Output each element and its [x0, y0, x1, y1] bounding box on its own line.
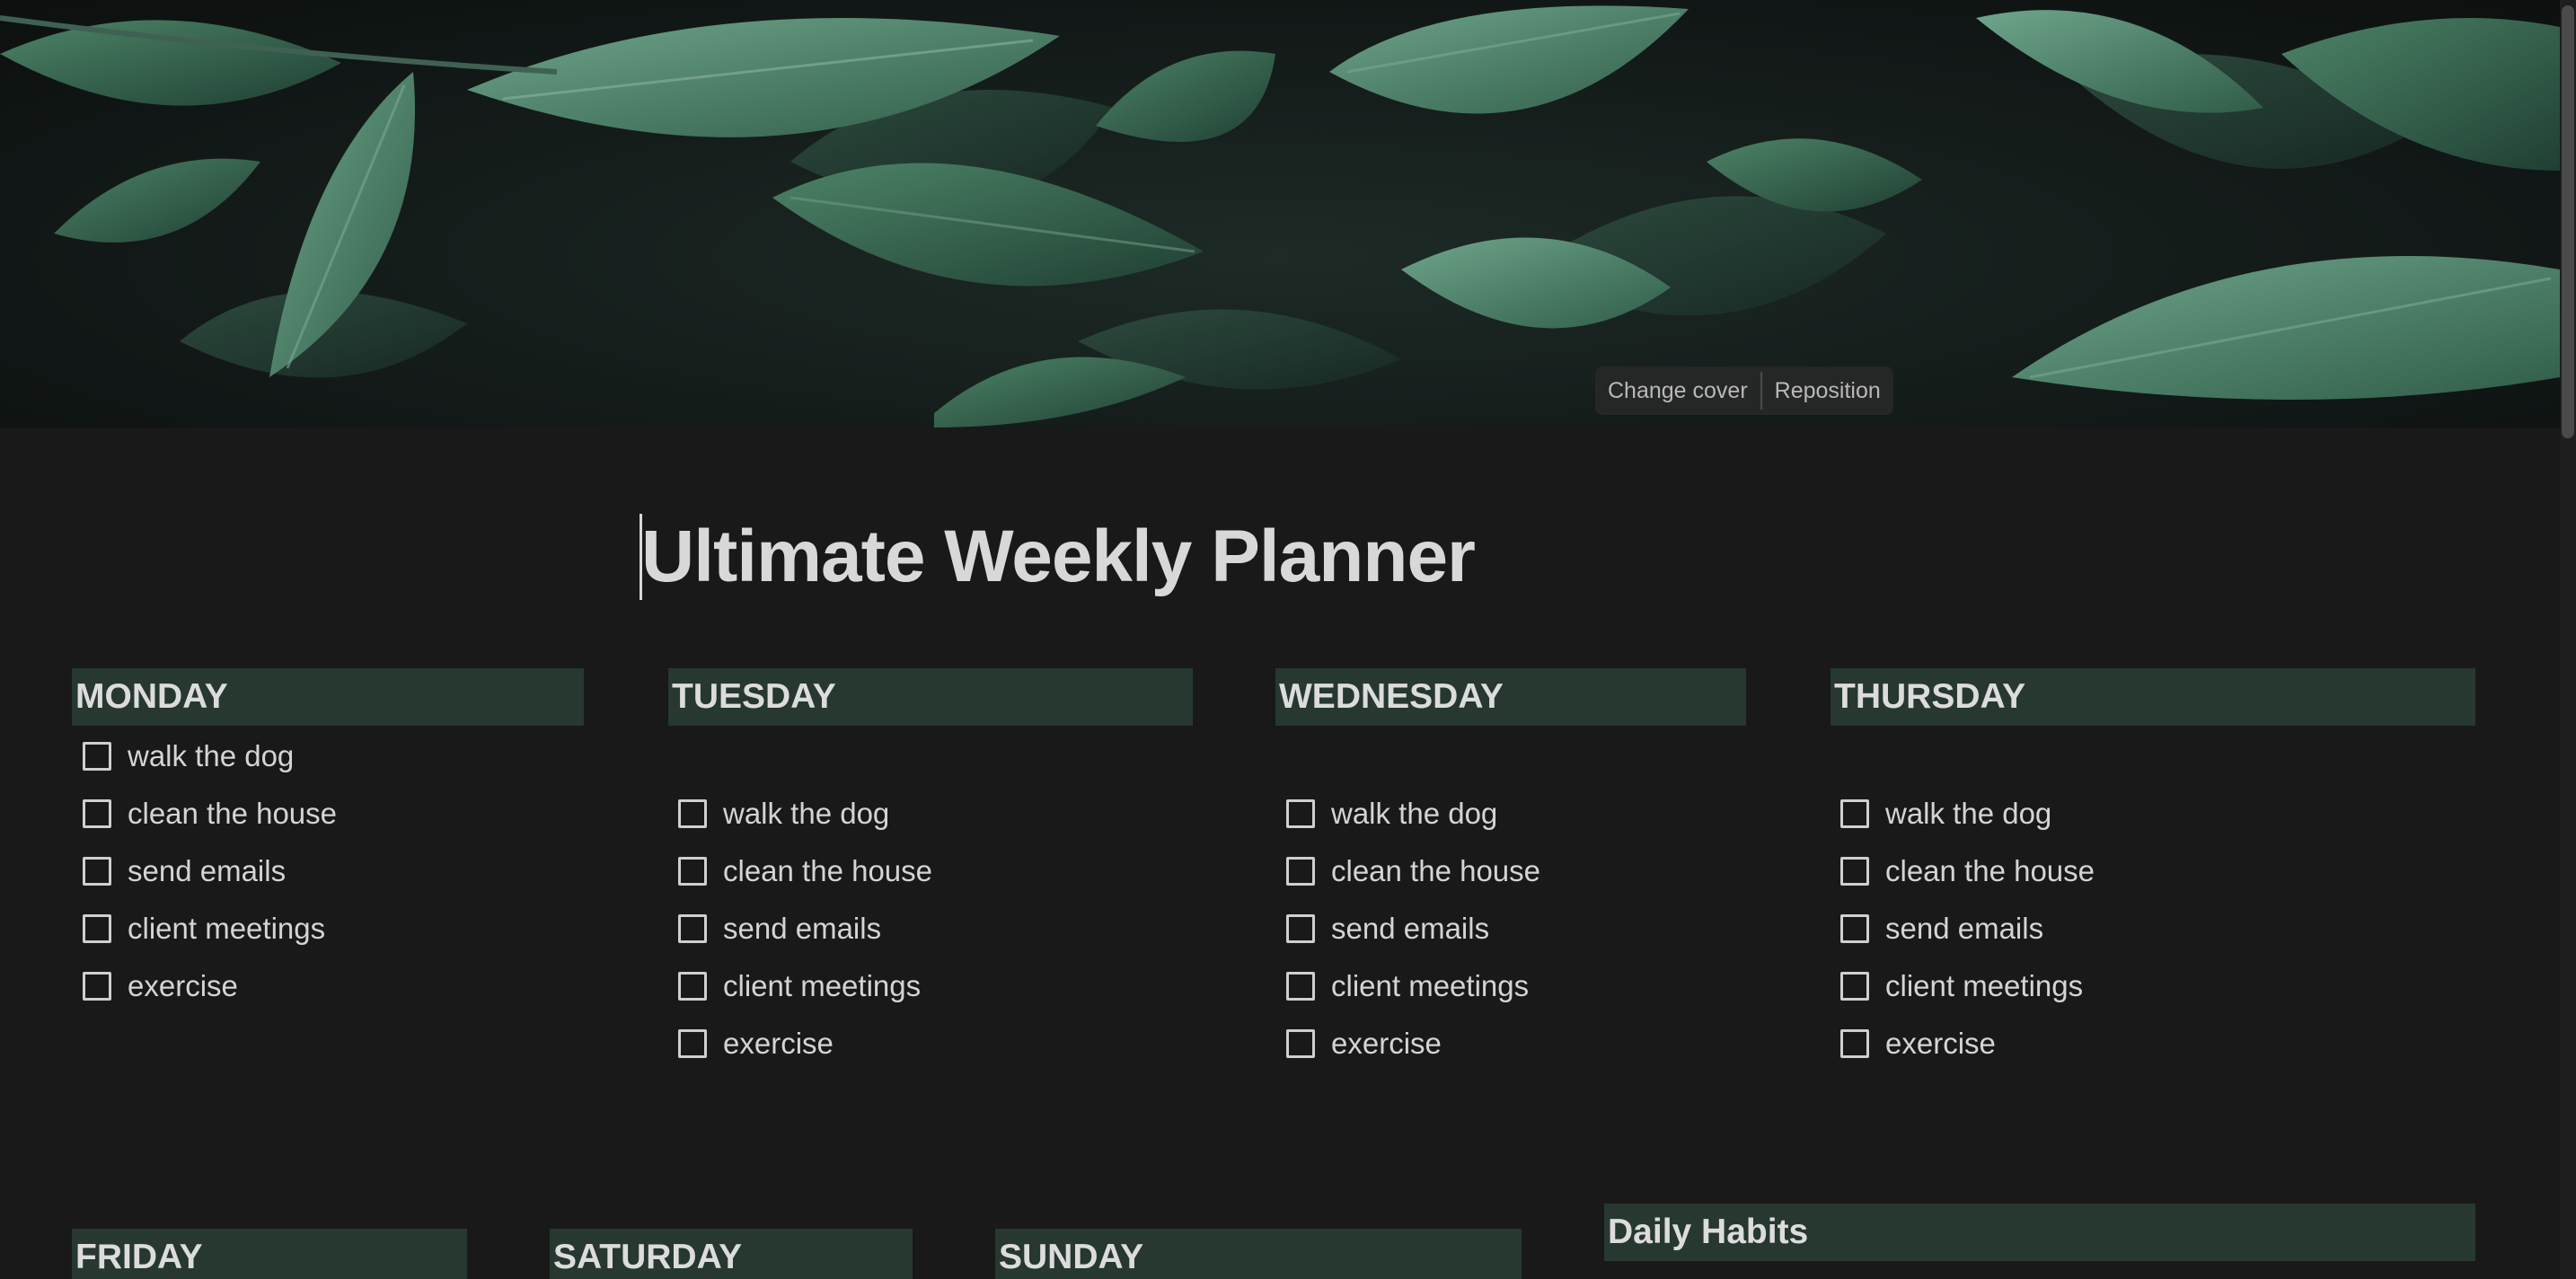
change-cover-button[interactable]: Change cover [1595, 366, 1760, 415]
task-label: exercise [1331, 1027, 1442, 1060]
task-label: send emails [1885, 912, 2044, 945]
checkbox[interactable] [678, 799, 707, 828]
checkbox[interactable] [1840, 972, 1869, 1001]
task-label: send emails [723, 912, 882, 945]
task-label: walk the dog [723, 797, 890, 830]
task-item[interactable]: client meetings [1840, 966, 2083, 1006]
task-label: send emails [128, 854, 287, 887]
checkbox[interactable] [83, 914, 111, 943]
checkbox[interactable] [1286, 857, 1315, 886]
task-item[interactable]: walk the dog [83, 737, 294, 776]
task-item[interactable]: send emails [678, 909, 881, 948]
task-item[interactable]: exercise [1286, 1024, 1442, 1063]
checkbox[interactable] [1286, 799, 1315, 828]
task-label: client meetings [1885, 969, 2084, 1002]
day-header-wednesday[interactable]: WEDNESDAY [1275, 668, 1746, 726]
task-label: send emails [1331, 912, 1490, 945]
checkbox[interactable] [83, 799, 111, 828]
task-item[interactable]: send emails [1286, 909, 1489, 948]
task-item[interactable]: send emails [83, 851, 286, 891]
day-header-saturday[interactable]: SATURDAY [550, 1229, 913, 1279]
checkbox[interactable] [678, 972, 707, 1001]
task-label: client meetings [723, 969, 922, 1002]
checkbox[interactable] [678, 1029, 707, 1058]
checkbox[interactable] [83, 742, 111, 771]
day-header-thursday[interactable]: THURSDAY [1831, 668, 2475, 726]
day-header-friday[interactable]: FRIDAY [72, 1229, 467, 1279]
task-item[interactable]: clean the house [83, 794, 337, 834]
task-item[interactable]: exercise [678, 1024, 834, 1063]
checkbox[interactable] [83, 857, 111, 886]
task-label: clean the house [1885, 854, 2095, 887]
task-item[interactable]: send emails [1840, 909, 2043, 948]
task-label: walk the dog [1885, 797, 2052, 830]
task-label: exercise [1885, 1027, 1996, 1060]
day-header-monday[interactable]: MONDAY [72, 668, 584, 726]
notion-page: Change cover Reposition Ultimate Weekly … [0, 0, 2576, 1279]
task-label: client meetings [1331, 969, 1530, 1002]
task-label: clean the house [723, 854, 933, 887]
checkbox[interactable] [1286, 1029, 1315, 1058]
checkbox[interactable] [1840, 799, 1869, 828]
checkbox[interactable] [1840, 857, 1869, 886]
task-label: exercise [128, 969, 238, 1002]
task-item[interactable]: client meetings [678, 966, 921, 1006]
task-label: exercise [723, 1027, 834, 1060]
task-item[interactable]: walk the dog [678, 794, 889, 834]
task-item[interactable]: clean the house [678, 851, 932, 891]
task-label: clean the house [128, 797, 338, 830]
checkbox[interactable] [1286, 972, 1315, 1001]
task-label: walk the dog [128, 739, 295, 772]
task-item[interactable]: client meetings [83, 909, 325, 948]
daily-habits-header[interactable]: Daily Habits [1604, 1204, 2475, 1261]
task-item[interactable]: exercise [83, 966, 238, 1006]
checkbox[interactable] [83, 972, 111, 1001]
cover-image[interactable]: Change cover Reposition [0, 0, 2560, 428]
checkbox[interactable] [1286, 914, 1315, 943]
day-header-tuesday[interactable]: TUESDAY [668, 668, 1193, 726]
checkbox[interactable] [1840, 914, 1869, 943]
task-item[interactable]: walk the dog [1286, 794, 1497, 834]
checkbox[interactable] [1840, 1029, 1869, 1058]
task-item[interactable]: clean the house [1286, 851, 1540, 891]
leaf-pattern-icon [0, 5, 2560, 428]
task-label: walk the dog [1331, 797, 1498, 830]
task-label: client meetings [128, 912, 326, 945]
scrollbar-thumb[interactable] [2562, 5, 2574, 438]
day-header-sunday[interactable]: SUNDAY [995, 1229, 1522, 1279]
task-item[interactable]: walk the dog [1840, 794, 2051, 834]
task-item[interactable]: exercise [1840, 1024, 1996, 1063]
task-label: clean the house [1331, 854, 1541, 887]
task-item[interactable]: client meetings [1286, 966, 1529, 1006]
cover-actions: Change cover Reposition [1595, 366, 1893, 415]
checkbox[interactable] [678, 914, 707, 943]
checkbox[interactable] [678, 857, 707, 886]
page-title[interactable]: Ultimate Weekly Planner [641, 514, 1476, 600]
reposition-button[interactable]: Reposition [1762, 366, 1893, 415]
task-item[interactable]: clean the house [1840, 851, 2095, 891]
